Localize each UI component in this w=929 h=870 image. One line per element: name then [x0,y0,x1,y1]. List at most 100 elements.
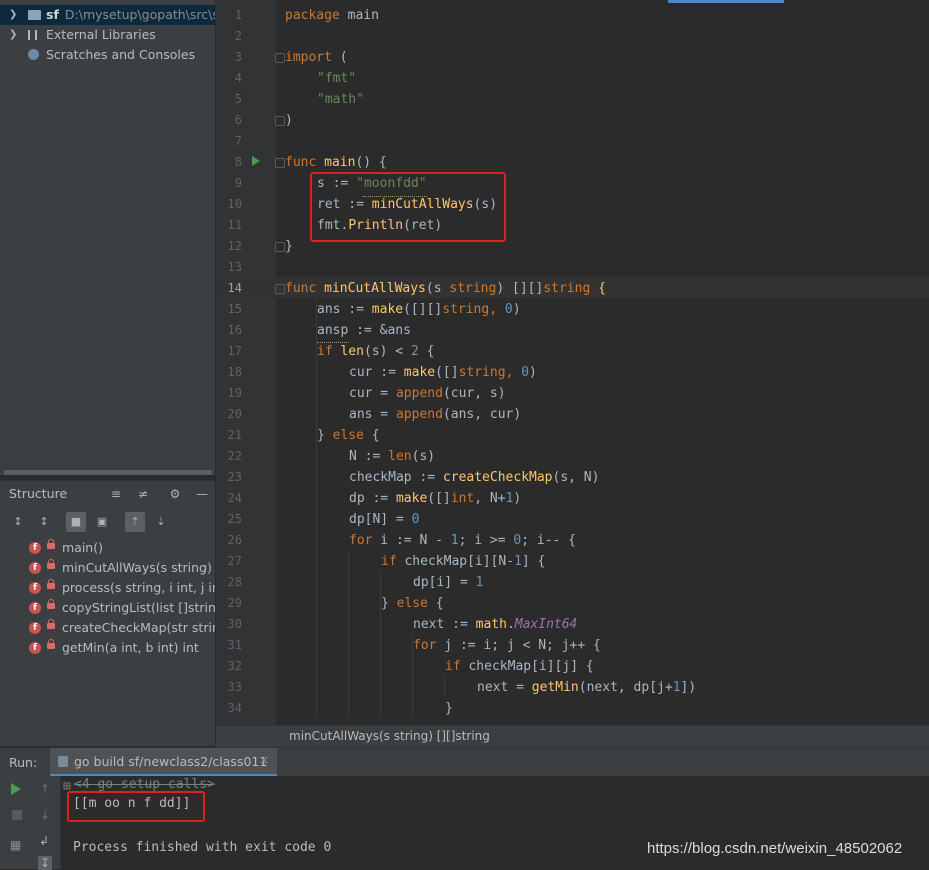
structure-item-mincutallways[interactable]: f minCutAllWays(s string) [][]string [0,558,215,578]
warning-underline [317,340,349,343]
code-line: "fmt" [317,71,357,86]
go-build-icon [58,756,68,767]
lock-icon [47,539,55,549]
code-line: } [445,701,453,716]
chevron-right-icon[interactable]: ❯ [9,25,17,45]
line-number: 3 [234,50,242,64]
editor-scroll-indicator[interactable] [668,0,784,3]
code-line: "math" [317,92,364,107]
tree-item-label: sf [46,7,59,22]
line-number: 17 [227,344,242,358]
code-line: } [285,239,293,254]
fold-icon[interactable] [275,53,285,63]
watermark: https://blog.csdn.net/weixin_48502062 [647,840,903,857]
indent-guide [348,550,349,718]
code-line: ansp := &ans [317,323,411,338]
structure-item-label: process(s string, i int, j int, checkMap… [62,580,215,595]
code-line: next := math.MaxInt64 [413,617,578,632]
tree-item-label: External Libraries [46,27,156,42]
lock-icon [47,619,55,629]
highlight-box-output [67,791,205,822]
line-number: 28 [227,575,242,589]
soft-wrap-icon[interactable]: ↲ [39,834,49,848]
line-number: 22 [227,449,242,463]
line-number: 6 [234,113,242,127]
tree-item-sf[interactable]: ❯ sf D:\mysetup\gopath\src\sf [0,5,215,25]
show-fields-icon[interactable]: ▣ [92,512,112,532]
sort-alpha-icon[interactable]: ↕ [34,512,54,532]
structure-title: Structure [9,486,68,501]
layout-icon[interactable]: ▦ [10,838,21,852]
highlight-box-main-body [310,172,506,242]
fold-icon[interactable] [275,284,285,294]
structure-item-copystringlist[interactable]: f copyStringList(list []string) [0,598,215,618]
code-line: for j := i; j < N; j++ { [413,638,601,653]
lock-icon [47,599,55,609]
stop-icon[interactable] [12,810,22,820]
run-label: Run: [9,755,38,770]
line-number: 32 [227,659,242,673]
scroll-to-end-icon[interactable]: ↧ [38,856,53,870]
lock-icon [47,559,55,569]
autoscroll-to-source-icon[interactable]: ⇡ [125,512,145,532]
line-number: 33 [227,680,242,694]
sort-by-type-icon[interactable]: ↕ [8,512,28,532]
line-number: 16 [227,323,242,337]
line-number: 12 [227,239,242,253]
code-line: ans = append(ans, cur) [349,407,522,422]
fold-icon[interactable] [275,242,285,252]
show-private-lock-icon[interactable]: ■ [66,512,86,532]
arrow-up-icon[interactable]: ↑ [40,782,50,796]
lock-icon [47,639,55,649]
tree-item-external-libraries[interactable]: ❯ External Libraries [0,25,215,45]
run-tab-label: go build sf/newclass2/class011 [74,754,268,769]
code-line: } else { [381,596,444,611]
arrow-down-icon[interactable]: ↓ [40,808,50,822]
code-line: if checkMap[i][j] { [445,659,594,674]
chevron-down-icon[interactable]: ❯ [9,5,17,25]
breadcrumb-item[interactable]: minCutAllWays(s string) [][]string [289,729,490,743]
line-number: 21 [227,428,242,442]
code-line: checkMap := createCheckMap(s, N) [349,470,600,485]
code-line: package main [285,8,379,23]
function-icon: f [29,602,41,614]
function-icon: f [29,562,41,574]
line-number: 13 [227,260,242,274]
function-icon: f [29,582,41,594]
rerun-icon[interactable] [11,783,21,795]
code-line: dp[i] = 1 [413,575,484,590]
lock-icon [47,579,55,589]
code-line: func main() { [285,155,387,170]
structure-panel: Structure ≡ ≠ ⚙ — ↕ ↕ ■ ▣ ⇡ ⇣ f main() f… [0,480,215,746]
expand-all-icon[interactable]: ≡ [109,487,123,501]
line-number: 19 [227,386,242,400]
horizontal-scrollbar[interactable] [4,470,212,475]
gear-icon[interactable]: ⚙ [168,487,182,501]
close-icon[interactable]: × [259,753,269,767]
minimize-icon[interactable]: — [195,487,209,501]
line-number: 15 [227,302,242,316]
library-icon [28,30,37,40]
collapse-all-icon[interactable]: ≠ [136,487,150,501]
fold-icon[interactable] [275,116,285,126]
fold-icon[interactable] [275,158,285,168]
console-setup-calls[interactable]: <4 go setup calls> [74,777,215,792]
run-gutter-icon[interactable] [252,156,260,166]
tree-item-label: Scratches and Consoles [46,47,196,62]
line-number: 5 [234,92,242,106]
structure-item-process[interactable]: f process(s string, i int, j int, checkM… [0,578,215,598]
tree-item-scratches[interactable]: Scratches and Consoles [0,45,215,65]
line-number: 4 [234,71,242,85]
autoscroll-from-source-icon[interactable]: ⇣ [151,512,171,532]
tree-item-path: D:\mysetup\gopath\src\sf [64,7,215,22]
structure-item-main[interactable]: f main() [0,538,215,558]
structure-item-createcheckmap[interactable]: f createCheckMap(str string, N int) [0,618,215,638]
code-line: } else { [317,428,380,443]
code-line: next = getMin(next, dp[j+1]) [477,680,697,695]
line-number: 34 [227,701,242,715]
project-panel: ❯ sf D:\mysetup\gopath\src\sf ❯ External … [0,0,215,475]
run-tab[interactable]: go build sf/newclass2/class011 × [50,748,277,776]
structure-item-getmin[interactable]: f getMin(a int, b int) int [0,638,215,658]
code-line: cur := make([]string, 0) [349,365,537,380]
line-number: 8 [234,155,242,169]
